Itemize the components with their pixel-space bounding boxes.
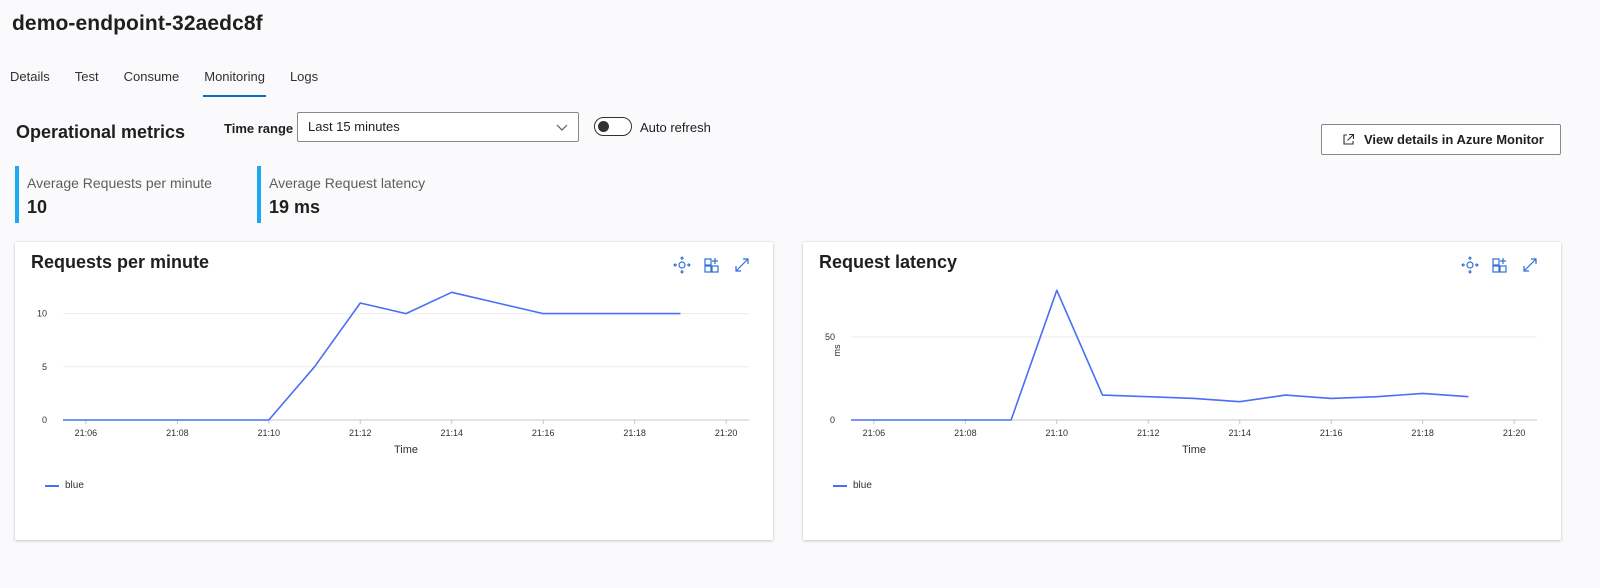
y-tick-label: 10 [37, 309, 47, 319]
chart-legend: blue [833, 480, 872, 491]
stat-avg-requests: Average Requests per minute 10 [15, 166, 212, 223]
time-range-dropdown[interactable]: Last 15 minutes [297, 112, 579, 142]
stat-label: Average Request latency [269, 175, 426, 191]
legend-label: blue [65, 480, 84, 491]
auto-refresh-toggle[interactable] [594, 117, 632, 136]
toggle-knob [598, 121, 609, 132]
x-tick-label: 21:08 [166, 428, 189, 438]
tab-test[interactable]: Test [75, 68, 99, 98]
latency-chart-card: Request latency 0 50 21:06 21:08 21:10 21:12 2… [803, 242, 1561, 540]
tab-bar: Details Test Consume Monitoring Logs [10, 68, 343, 98]
time-range-value: Last 15 minutes [308, 119, 400, 134]
x-tick-label: 21:10 [1046, 428, 1069, 438]
x-axis-label: Time [394, 444, 418, 456]
legend-swatch [833, 484, 847, 487]
x-tick-label: 21:14 [1228, 428, 1251, 438]
time-range-label: Time range [224, 121, 294, 136]
x-tick-label: 21:06 [75, 428, 98, 438]
x-tick-label: 21:14 [440, 428, 463, 438]
y-tick-label: 0 [830, 415, 835, 425]
series-line-blue[interactable] [851, 289, 1469, 421]
x-tick-label: 21:12 [1137, 428, 1160, 438]
x-tick-label: 21:20 [715, 428, 738, 438]
tab-consume[interactable]: Consume [124, 68, 180, 98]
y-tick-label: 0 [42, 415, 47, 425]
section-title: Operational metrics [16, 122, 186, 142]
requests-chart: 0 5 10 21:06 21:08 21:10 21:12 21:14 21:16 21:18 2… [37, 291, 749, 456]
chevron-down-icon [556, 124, 568, 131]
stat-label: Average Requests per minute [27, 175, 212, 191]
stat-value: 10 [27, 197, 48, 217]
auto-refresh-label: Auto refresh [640, 120, 711, 135]
series-line-blue[interactable] [63, 291, 681, 421]
x-axis-label: Time [1182, 444, 1206, 456]
x-tick-label: 21:16 [532, 428, 555, 438]
chart-legend: blue [45, 480, 84, 491]
x-tick-label: 21:12 [349, 428, 372, 438]
plot-area: 0 5 10 21:06 21:08 21:10 21:12 21:14 21:16 21:18 2… [37, 291, 749, 456]
x-tick-label: 21:16 [1320, 428, 1343, 438]
requests-chart-card: Requests per minute 0 5 10 21:06 21:08 21:10 2… [15, 242, 773, 540]
y-tick-label: 5 [42, 362, 47, 372]
view-azure-monitor-button[interactable]: View details in Azure Monitor [1321, 124, 1561, 155]
x-tick-label: 21:06 [863, 428, 886, 438]
legend-swatch [45, 484, 59, 487]
external-link-icon [1343, 133, 1355, 145]
stat-avg-latency: Average Request latency 19 ms [257, 166, 425, 223]
x-tick-label: 21:18 [623, 428, 646, 438]
page-title: demo-endpoint-32aedc8f [12, 12, 263, 35]
azure-button-label: View details in Azure Monitor [1364, 132, 1544, 147]
x-tick-label: 21:08 [954, 428, 977, 438]
x-tick-label: 21:10 [258, 428, 281, 438]
tab-logs[interactable]: Logs [290, 68, 318, 98]
stat-value: 19 ms [269, 197, 321, 217]
legend-label: blue [853, 480, 872, 491]
x-tick-label: 21:18 [1411, 428, 1434, 438]
y-tick-label: 50 [825, 332, 835, 342]
plot-area: 0 50 21:06 21:08 21:10 21:12 21:14 21:16 21:18 21… [825, 289, 1537, 456]
y-axis-label: ms [832, 344, 842, 356]
latency-chart: 0 50 21:06 21:08 21:10 21:12 21:14 21:16 21:18 21… [825, 289, 1537, 456]
x-tick-label: 21:20 [1503, 428, 1526, 438]
tab-monitoring[interactable]: Monitoring [203, 68, 266, 98]
tab-details[interactable]: Details [10, 68, 50, 98]
